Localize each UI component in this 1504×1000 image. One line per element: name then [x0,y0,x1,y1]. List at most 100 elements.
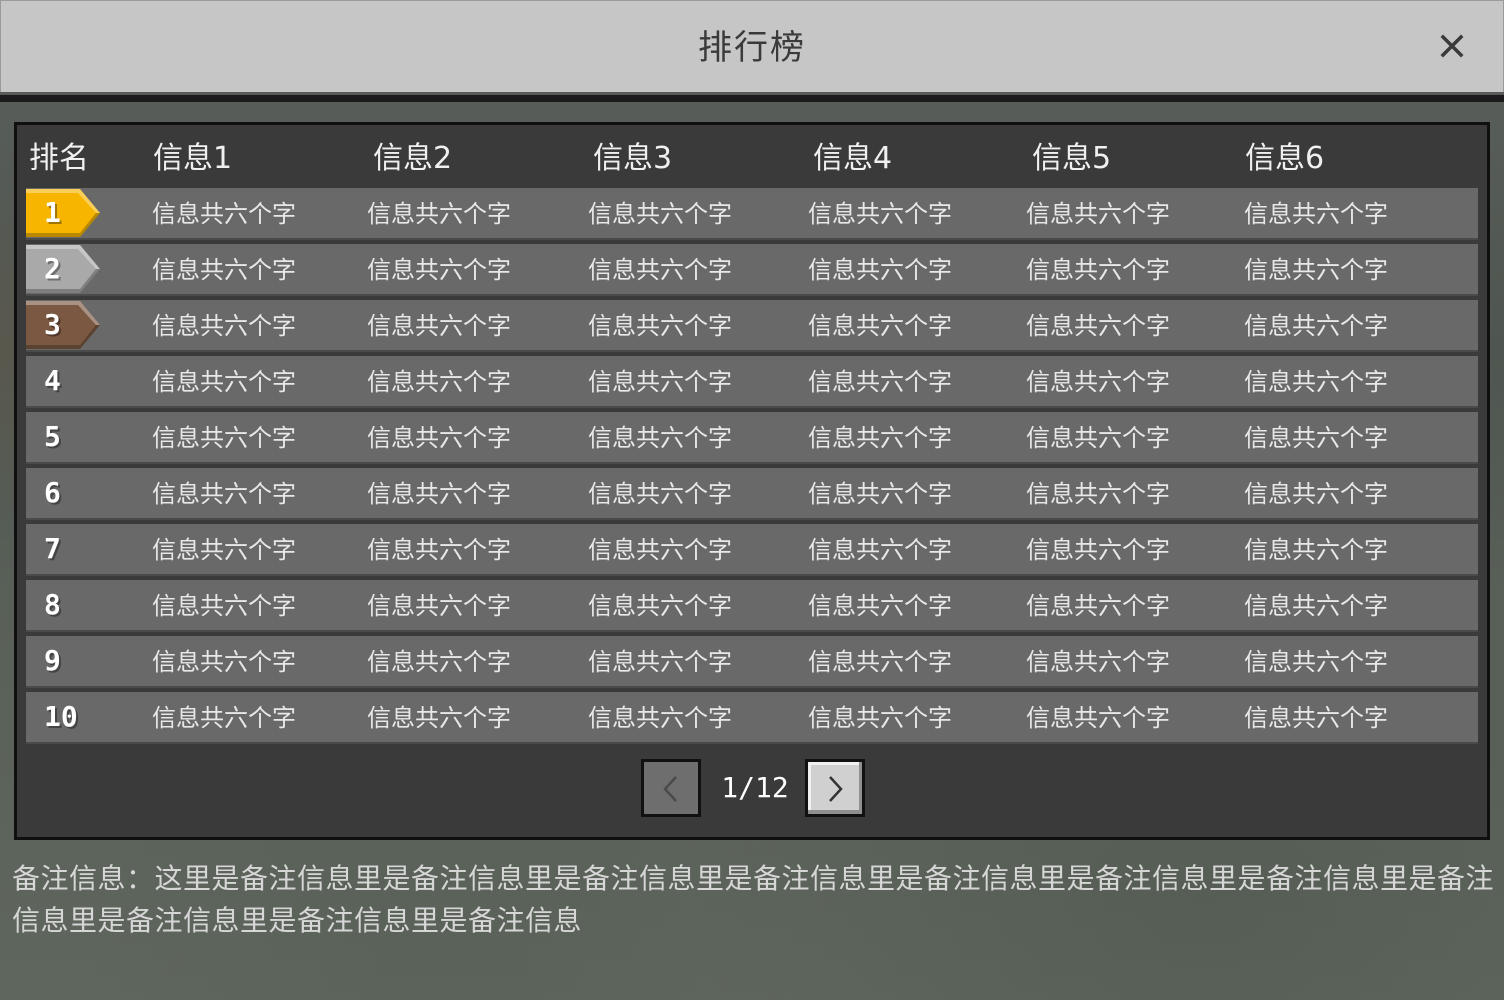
rank-number: 5 [44,420,61,453]
info-cell-6: 信息共六个字 [1244,368,1388,396]
rank-number: 10 [44,700,78,733]
rank-number: 9 [44,644,61,677]
info-cell-6: 信息共六个字 [1244,704,1388,732]
rank-number: 6 [44,476,61,509]
info-cell-2: 信息共六个字 [367,256,511,284]
info-cell-1: 信息共六个字 [152,256,296,284]
info-cell-4: 信息共六个字 [808,256,952,284]
table-row: 2 信息共六个字 信息共六个字 信息共六个字 信息共六个字 信息共六个字 信息共六个字 [26,244,1478,296]
info-cell-5: 信息共六个字 [1026,648,1170,676]
info-cell-2: 信息共六个字 [367,480,511,508]
info-cell-1: 信息共六个字 [152,536,296,564]
table-row: 1 信息共六个字 信息共六个字 信息共六个字 信息共六个字 信息共六个字 信息共六个字 [26,188,1478,240]
info-cell-4: 信息共六个字 [808,200,952,228]
info-cell-2: 信息共六个字 [367,536,511,564]
info-cell-6: 信息共六个字 [1244,312,1388,340]
info-cell-4: 信息共六个字 [808,536,952,564]
rank-number: 7 [44,532,61,565]
info-cell-6: 信息共六个字 [1244,200,1388,228]
table-row: 4 信息共六个字 信息共六个字 信息共六个字 信息共六个字 信息共六个字 信息共六个字 [26,356,1478,408]
pagination: 1/12 [641,759,871,821]
info-cell-3: 信息共六个字 [588,200,732,228]
info-cell-5: 信息共六个字 [1026,312,1170,340]
header-info-6: 信息6 [1245,141,1325,176]
info-cell-5: 信息共六个字 [1026,368,1170,396]
info-cell-5: 信息共六个字 [1026,200,1170,228]
info-cell-3: 信息共六个字 [588,368,732,396]
table-row: 3 信息共六个字 信息共六个字 信息共六个字 信息共六个字 信息共六个字 信息共六个字 [26,300,1478,352]
info-cell-1: 信息共六个字 [152,424,296,452]
info-cell-3: 信息共六个字 [588,424,732,452]
page-indicator: 1/12 [721,771,789,804]
header-rank: 排名 [29,141,89,176]
info-cell-4: 信息共六个字 [808,648,952,676]
rank-number: 1 [44,196,61,229]
info-cell-2: 信息共六个字 [367,312,511,340]
info-cell-1: 信息共六个字 [152,368,296,396]
info-cell-1: 信息共六个字 [152,312,296,340]
gold-rank-badge-icon [26,189,102,237]
table-header: 排名 信息1 信息2 信息3 信息4 信息5 信息6 [27,137,1479,187]
info-cell-6: 信息共六个字 [1244,256,1388,284]
rank-number: 4 [44,364,61,397]
close-button[interactable] [1437,31,1467,61]
info-cell-6: 信息共六个字 [1244,592,1388,620]
title-bar-divider [0,92,1504,102]
info-cell-2: 信息共六个字 [367,424,511,452]
info-cell-1: 信息共六个字 [152,480,296,508]
table-row: 5 信息共六个字 信息共六个字 信息共六个字 信息共六个字 信息共六个字 信息共六个字 [26,412,1478,464]
info-cell-4: 信息共六个字 [808,424,952,452]
silver-rank-badge-icon [26,245,102,293]
prev-page-button[interactable] [641,759,701,817]
info-cell-6: 信息共六个字 [1244,648,1388,676]
info-cell-3: 信息共六个字 [588,480,732,508]
header-info-5: 信息5 [1032,141,1112,176]
window-title: 排行榜 [698,28,806,68]
info-cell-3: 信息共六个字 [588,704,732,732]
info-cell-1: 信息共六个字 [152,592,296,620]
table-row: 7 信息共六个字 信息共六个字 信息共六个字 信息共六个字 信息共六个字 信息共六个字 [26,524,1478,576]
rank-number: 3 [44,308,61,341]
close-icon [1440,34,1464,58]
info-cell-2: 信息共六个字 [367,200,511,228]
next-page-button[interactable] [805,759,865,817]
info-cell-1: 信息共六个字 [152,648,296,676]
info-cell-6: 信息共六个字 [1244,536,1388,564]
info-cell-4: 信息共六个字 [808,592,952,620]
info-cell-2: 信息共六个字 [367,648,511,676]
leaderboard-panel: 排名 信息1 信息2 信息3 信息4 信息5 信息6 1 信息共六个字 信息共六个字 信息共六个字… [14,122,1490,840]
bronze-rank-badge-icon [26,301,102,349]
info-cell-5: 信息共六个字 [1026,256,1170,284]
chevron-right-icon [829,776,843,802]
info-cell-5: 信息共六个字 [1026,536,1170,564]
info-cell-4: 信息共六个字 [808,704,952,732]
info-cell-4: 信息共六个字 [808,368,952,396]
header-info-1: 信息1 [153,141,233,176]
info-cell-3: 信息共六个字 [588,312,732,340]
header-info-3: 信息3 [593,141,673,176]
info-cell-5: 信息共六个字 [1026,424,1170,452]
info-cell-2: 信息共六个字 [367,704,511,732]
info-cell-3: 信息共六个字 [588,536,732,564]
header-info-4: 信息4 [813,141,893,176]
info-cell-6: 信息共六个字 [1244,424,1388,452]
info-cell-2: 信息共六个字 [367,592,511,620]
info-cell-2: 信息共六个字 [367,368,511,396]
info-cell-3: 信息共六个字 [588,592,732,620]
chevron-left-icon [663,776,677,802]
info-cell-4: 信息共六个字 [808,312,952,340]
info-cell-3: 信息共六个字 [588,648,732,676]
table-row: 10 信息共六个字 信息共六个字 信息共六个字 信息共六个字 信息共六个字 信息共六个字 [26,692,1478,744]
info-cell-5: 信息共六个字 [1026,704,1170,732]
info-cell-5: 信息共六个字 [1026,480,1170,508]
info-cell-4: 信息共六个字 [808,480,952,508]
rank-number: 2 [44,252,61,285]
title-bar: 排行榜 [0,0,1504,93]
info-cell-1: 信息共六个字 [152,704,296,732]
remarks-text: 备注信息：这里是备注信息里是备注信息里是备注信息里是备注信息里是备注信息里是备注… [12,862,1495,937]
info-cell-5: 信息共六个字 [1026,592,1170,620]
rank-number: 8 [44,588,61,621]
header-info-2: 信息2 [373,141,453,176]
table-row: 9 信息共六个字 信息共六个字 信息共六个字 信息共六个字 信息共六个字 信息共六个字 [26,636,1478,688]
table-row: 8 信息共六个字 信息共六个字 信息共六个字 信息共六个字 信息共六个字 信息共六个字 [26,580,1478,632]
